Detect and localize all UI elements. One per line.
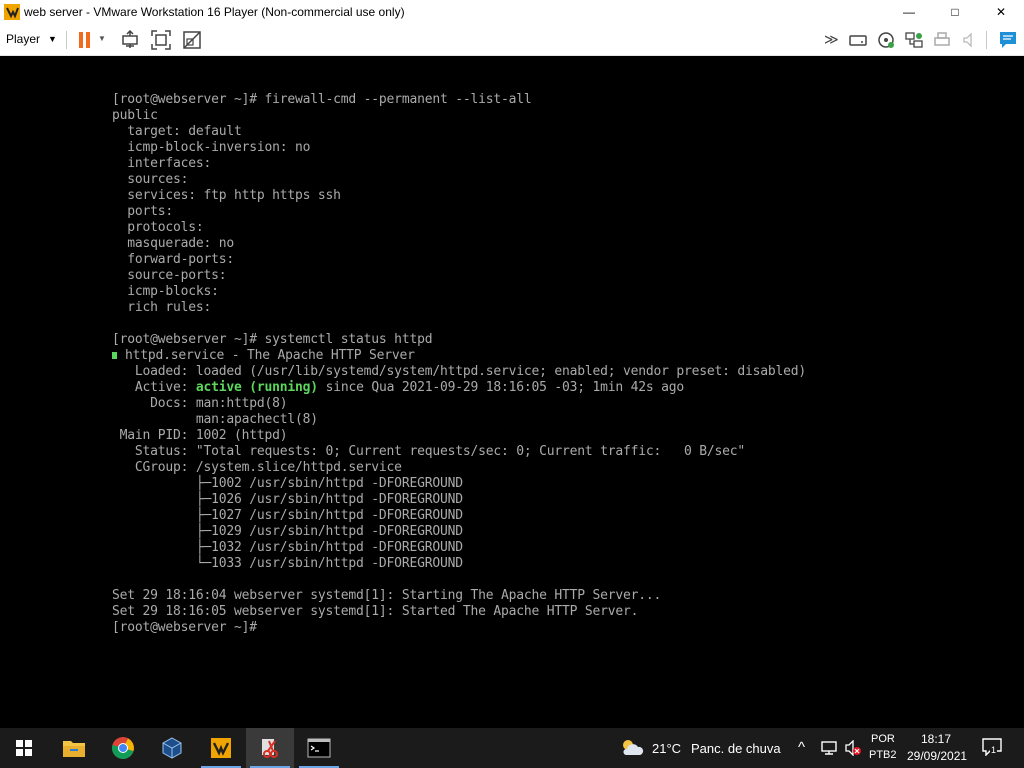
player-menu-label: Player — [6, 32, 41, 46]
vm-console[interactable]: [root@webserver ~]# firewall-cmd --perma… — [112, 92, 1012, 652]
weather-temperature[interactable]: 21°C — [652, 741, 681, 756]
printer-icon[interactable] — [932, 30, 952, 50]
terminal-icon — [307, 738, 331, 758]
console-line: ├─1002 /usr/sbin/httpd -DFOREGROUND — [112, 476, 463, 491]
vmware-icon — [4, 4, 20, 20]
notification-center-button[interactable]: 1 — [982, 738, 1002, 758]
console-line: CGroup: /system.slice/httpd.service — [112, 460, 402, 475]
notification-count: 1 — [990, 745, 998, 755]
console-line: ├─1032 /usr/sbin/httpd -DFOREGROUND — [112, 540, 463, 555]
console-line: sources: — [112, 172, 189, 187]
console-line: forward-ports: — [112, 252, 235, 267]
title-bar: web server - VMware Workstation 16 Playe… — [0, 0, 1024, 24]
status-dot-icon — [112, 352, 117, 359]
console-line: interfaces: — [112, 156, 212, 171]
console-line: rich rules: — [112, 300, 212, 315]
chrome-icon — [112, 737, 134, 759]
console-line: man:apachectl(8) — [112, 412, 318, 427]
active-status: active (running) — [195, 380, 318, 395]
console-line: source-ports: — [112, 268, 227, 283]
clock-date[interactable]: 29/09/2021 — [907, 749, 967, 763]
scissors-icon — [262, 739, 278, 758]
sound-card-icon[interactable] — [960, 30, 980, 50]
console-line: └─1033 /usr/sbin/httpd -DFOREGROUND — [112, 556, 463, 571]
console-line: protocols: — [112, 220, 204, 235]
send-ctrl-alt-del-icon[interactable] — [120, 30, 140, 50]
cd-dvd-icon[interactable] — [876, 30, 896, 50]
console-line: Loaded: loaded (/usr/lib/systemd/system/… — [112, 364, 807, 379]
taskbar-file-explorer[interactable] — [50, 728, 98, 768]
console-line: Main PID: 1002 (httpd) — [112, 428, 288, 443]
start-button[interactable] — [0, 728, 48, 768]
console-line: target: default — [112, 124, 242, 139]
maximize-button[interactable]: □ — [932, 0, 978, 24]
console-line: ports: — [112, 204, 174, 219]
windows-logo-icon — [16, 740, 32, 756]
console-line: Status: "Total requests: 0; Current requ… — [112, 444, 746, 459]
console-line: Set 29 18:16:04 webserver systemd[1]: St… — [112, 588, 662, 603]
console-line: [root@webserver ~]# firewall-cmd --perma… — [112, 92, 532, 107]
virtualbox-icon — [162, 737, 182, 759]
clock-time[interactable]: 18:17 — [921, 732, 951, 746]
console-line: Set 29 18:16:05 webserver systemd[1]: St… — [112, 604, 639, 619]
unity-off-icon[interactable] — [182, 30, 202, 50]
player-menu-button[interactable]: Player ▼ — [6, 32, 57, 46]
message-log-icon[interactable] — [998, 30, 1018, 50]
console-line: masquerade: no — [112, 236, 235, 251]
taskbar-chrome[interactable] — [99, 728, 147, 768]
console-line: ├─1029 /usr/sbin/httpd -DFOREGROUND — [112, 524, 463, 539]
chevron-down-icon: ▼ — [48, 34, 57, 44]
taskbar-snipping-tool[interactable] — [246, 728, 294, 768]
network-icon[interactable] — [820, 740, 838, 756]
console-line: Active: active (running) since Qua 2021-… — [112, 380, 684, 396]
network-adapter-icon[interactable] — [904, 30, 924, 50]
windows-taskbar: 21°C Panc. de chuva ^ POR PTB2 18:17 29/… — [0, 728, 1024, 768]
taskbar-virtualbox[interactable] — [148, 728, 196, 768]
console-line: icmp-blocks: — [112, 284, 219, 299]
console-line: [root@webserver ~]# systemctl status htt… — [112, 332, 433, 347]
console-line: ├─1026 /usr/sbin/httpd -DFOREGROUND — [112, 492, 463, 507]
console-line: httpd.service - The Apache HTTP Server — [112, 348, 415, 364]
toolbar-separator — [986, 31, 987, 49]
taskbar-command-prompt[interactable] — [295, 728, 343, 768]
fullscreen-icon[interactable] — [151, 30, 171, 50]
input-language[interactable]: POR — [871, 733, 895, 745]
window-title: web server - VMware Workstation 16 Playe… — [24, 5, 405, 19]
weather-description[interactable]: Panc. de chuva — [691, 741, 781, 756]
service-description: httpd.service - The Apache HTTP Server — [125, 348, 415, 363]
close-button[interactable]: ✕ — [978, 0, 1024, 24]
cloudy-weather-icon[interactable] — [620, 738, 644, 758]
toolbar-separator — [66, 31, 67, 49]
pause-icon[interactable] — [76, 30, 96, 50]
minimize-button[interactable]: — — [886, 0, 932, 24]
taskbar-vmware[interactable] — [197, 728, 245, 768]
vmware-toolbar: Player ▼ ▼ ≫ — [0, 24, 1024, 56]
active-prefix: Active: — [112, 380, 196, 395]
volume-muted-icon[interactable] — [844, 740, 862, 756]
keyboard-layout[interactable]: PTB2 — [869, 749, 897, 761]
console-line: icmp-block-inversion: no — [112, 140, 311, 155]
show-hidden-icons-button[interactable]: ^ — [798, 739, 805, 756]
console-line: Docs: man:httpd(8) — [112, 396, 288, 411]
console-line: public — [112, 108, 158, 123]
active-suffix: since Qua 2021-09-29 18:16:05 -03; 1min … — [317, 380, 685, 395]
vmware-taskbar-icon — [211, 738, 231, 758]
folder-icon — [63, 741, 85, 757]
console-prompt: [root@webserver ~]# — [112, 620, 257, 635]
pause-dropdown-icon[interactable]: ▼ — [98, 34, 108, 54]
unity-button[interactable]: ≫ — [824, 31, 844, 51]
hard-disk-icon[interactable] — [848, 30, 868, 50]
console-line: services: ftp http https ssh — [112, 188, 341, 203]
console-line: ├─1027 /usr/sbin/httpd -DFOREGROUND — [112, 508, 463, 523]
